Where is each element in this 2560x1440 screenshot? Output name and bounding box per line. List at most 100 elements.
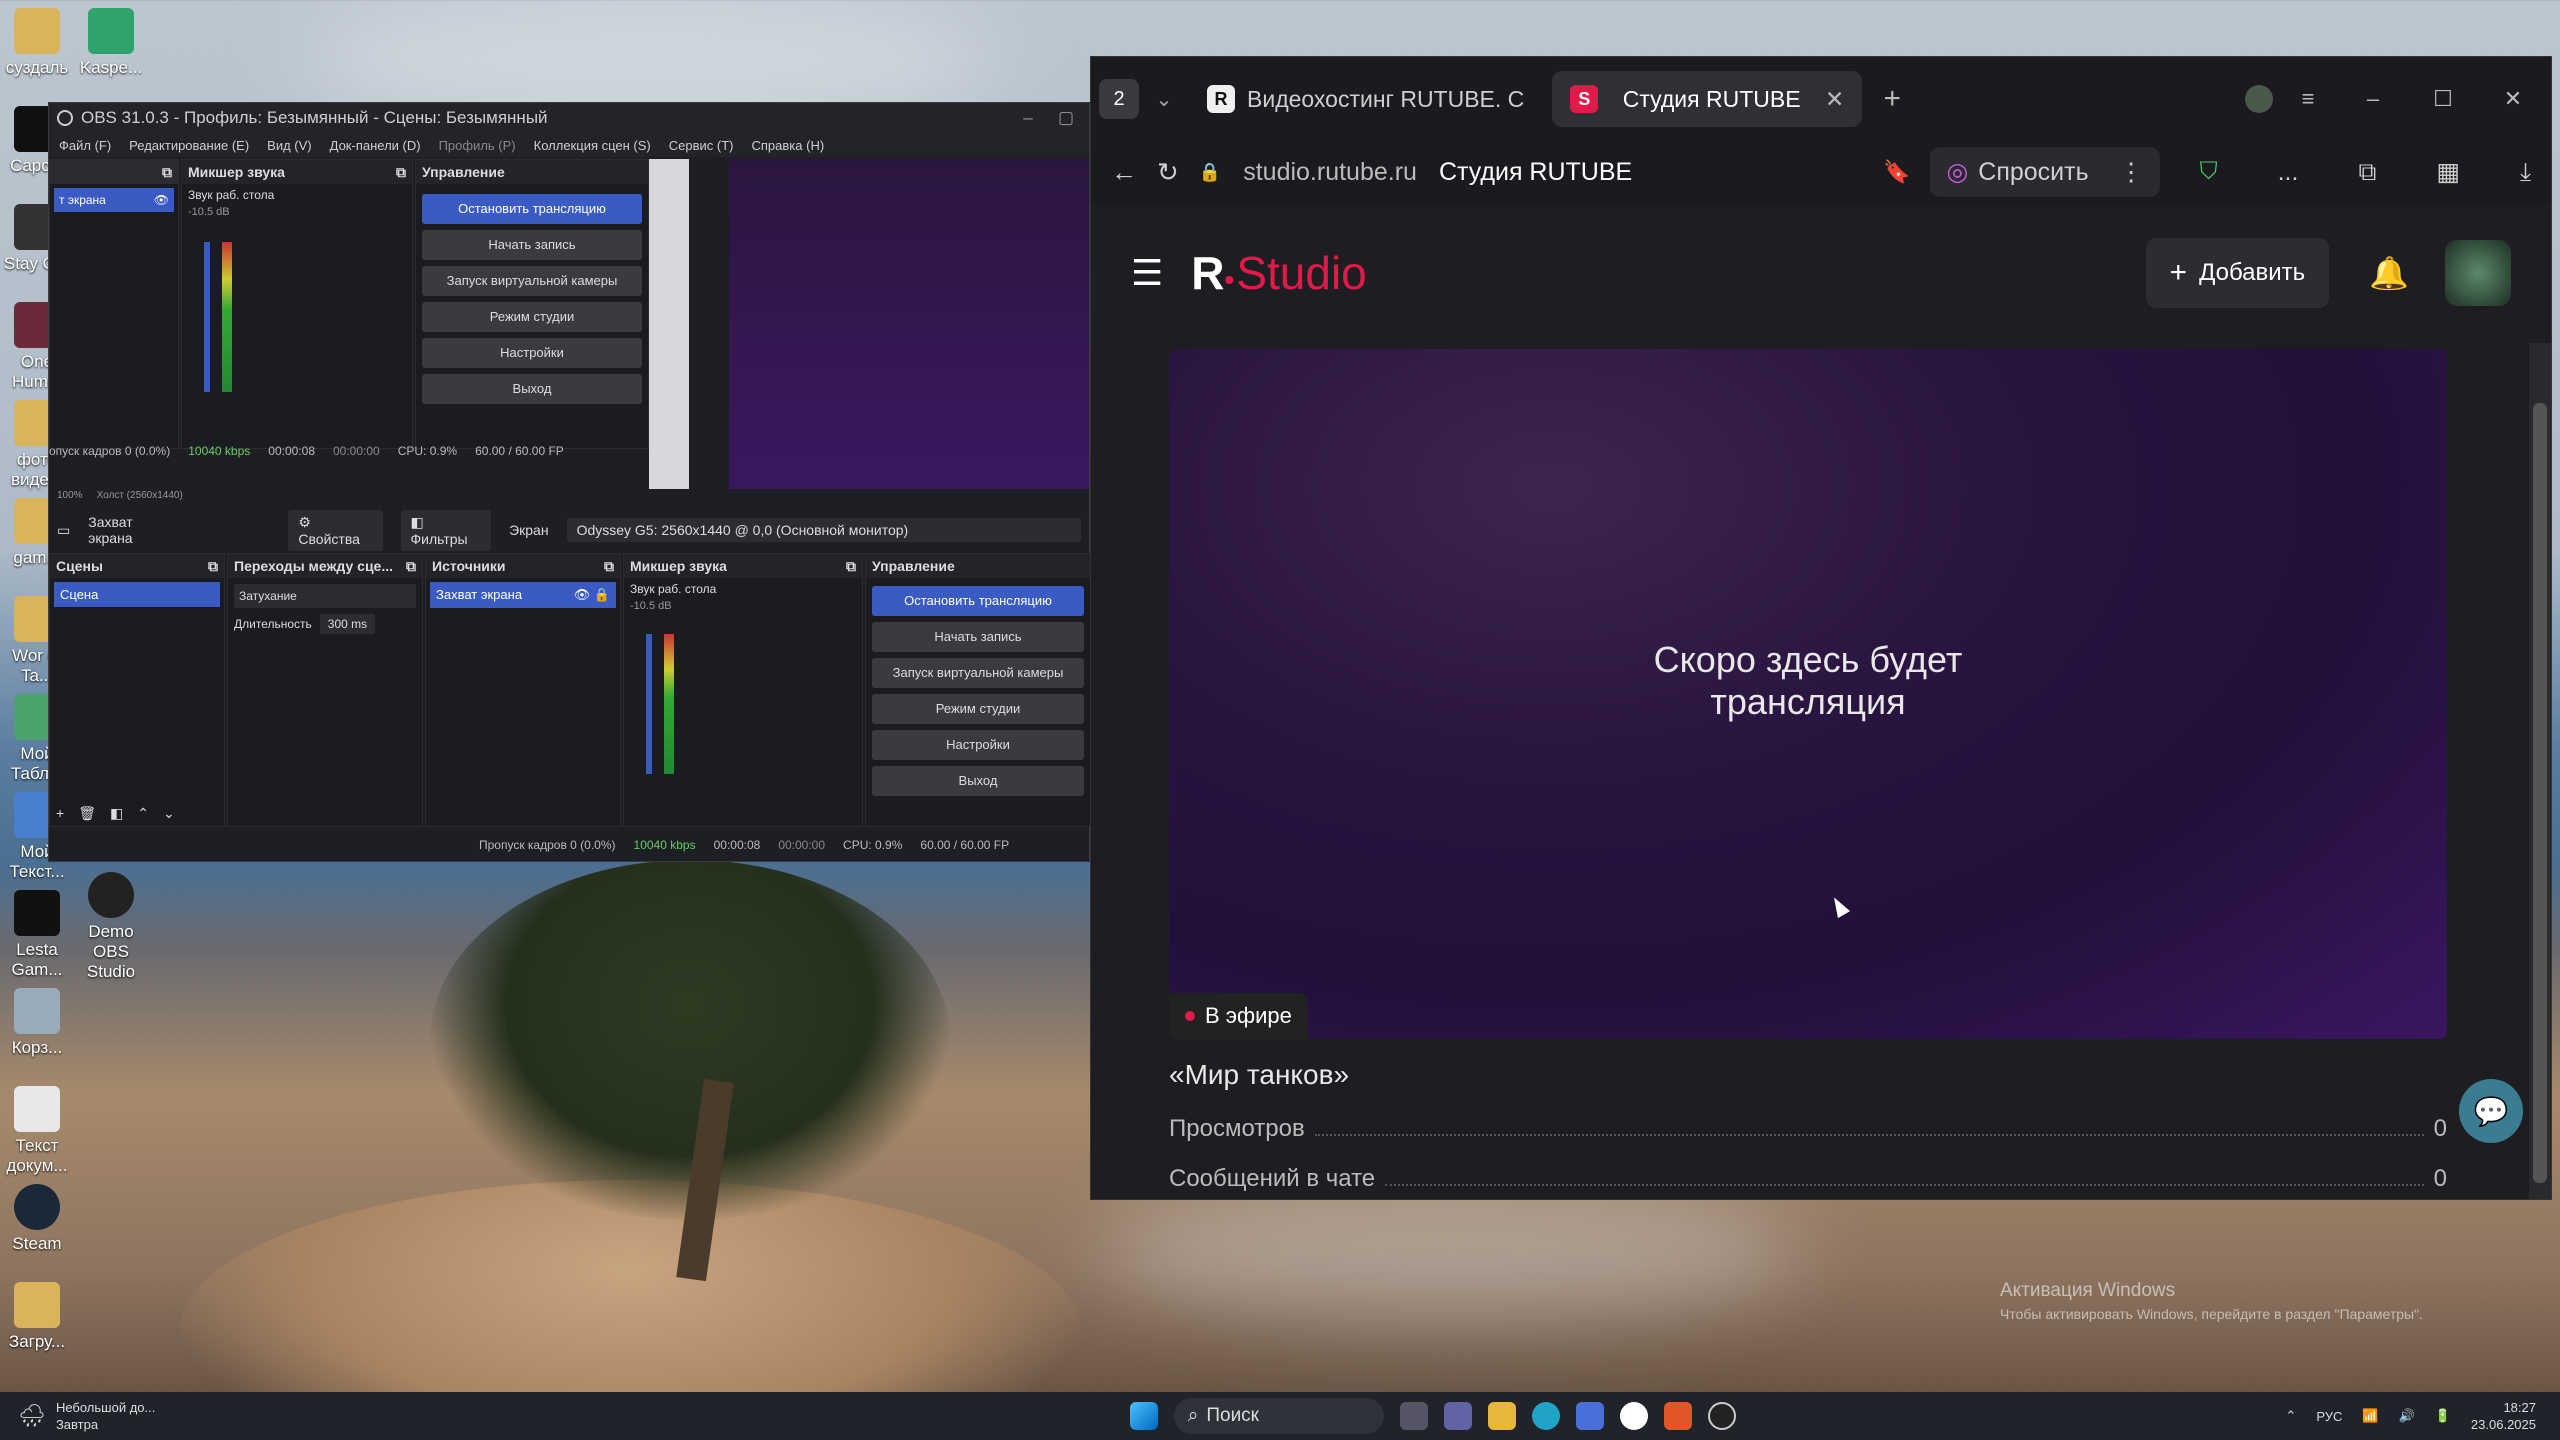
desktop-icon[interactable]: Текст докум... — [0, 1086, 74, 1176]
top-source-item[interactable]: т экрана 👁 — [54, 188, 174, 212]
arrow-up-icon[interactable]: ⌃ — [137, 805, 149, 822]
hamburger-icon[interactable]: ☰ — [1131, 252, 1163, 294]
menu-profile[interactable]: Профиль (P) — [439, 138, 516, 153]
top-studio-mode-button[interactable]: Режим студии — [422, 302, 642, 332]
obs-taskbar-icon[interactable] — [1707, 1402, 1736, 1430]
volume-icon[interactable]: 🔊 — [2399, 1408, 2415, 1424]
desktop-icon[interactable]: Загру... — [0, 1282, 74, 1352]
undock-icon[interactable]: ⧉ — [208, 558, 218, 574]
eye-icon[interactable]: 👁 — [154, 193, 169, 207]
add-icon[interactable]: + — [56, 805, 64, 822]
language-indicator[interactable]: РУС — [2316, 1409, 2342, 1424]
yandex-browser-icon[interactable] — [1619, 1402, 1648, 1430]
wifi-icon[interactable]: 📶 — [2362, 1408, 2378, 1424]
transition-select[interactable]: Затухание — [234, 584, 416, 608]
undock-icon[interactable]: ⧉ — [162, 164, 172, 180]
teams-icon[interactable] — [1443, 1402, 1472, 1430]
extension-icon[interactable] — [2245, 85, 2273, 113]
top-stop-stream-button[interactable]: Остановить трансляцию — [422, 194, 642, 224]
undock-icon[interactable]: ⧉ — [846, 558, 856, 574]
translate-icon[interactable]: ▦ — [2436, 157, 2460, 187]
chevron-down-icon[interactable]: ⌄ — [1149, 87, 1179, 112]
studio-logo[interactable]: R • Studio — [1191, 246, 1366, 300]
task-view-icon[interactable] — [1399, 1402, 1428, 1430]
clock[interactable]: 18:27 23.06.2025 — [2471, 1399, 2536, 1433]
stream-preview[interactable]: Скоро здесь будет трансляция В эфире — [1169, 349, 2447, 1039]
volume-slider[interactable] — [646, 634, 652, 774]
maximize-icon[interactable]: ▢ — [1051, 108, 1081, 128]
obs-titlebar[interactable]: OBS 31.0.3 - Профиль: Безымянный - Сцены… — [49, 103, 1089, 133]
start-recording-button[interactable]: Начать запись — [872, 622, 1084, 652]
tab-counter[interactable]: 2 — [1099, 79, 1139, 119]
minimize-icon[interactable]: – — [1013, 108, 1043, 128]
screen-select[interactable]: Odyssey G5: 2560x1440 @ 0,0 (Основной мо… — [566, 518, 1081, 542]
search-box[interactable]: ⌕ Поиск — [1173, 1398, 1384, 1434]
maximize-icon[interactable]: ☐ — [2413, 86, 2473, 112]
start-icon[interactable] — [1129, 1402, 1158, 1430]
back-icon[interactable]: ← — [1111, 157, 1137, 188]
menu-icon[interactable]: ≡ — [2283, 86, 2333, 112]
obs-window[interactable]: OBS 31.0.3 - Профиль: Безымянный - Сцены… — [48, 102, 1091, 862]
scene-item[interactable]: Сцена — [54, 582, 220, 607]
undock-icon[interactable]: ⧉ — [406, 558, 416, 574]
properties-button[interactable]: ⚙ Свойства — [288, 509, 383, 551]
desktop-icon[interactable]: Kaspe... — [74, 8, 148, 78]
reload-icon[interactable]: ↻ — [1157, 157, 1179, 188]
store-icon[interactable] — [1575, 1402, 1604, 1430]
more-button[interactable]: ... — [2278, 158, 2299, 187]
filter-icon[interactable]: ◧ — [110, 805, 123, 822]
scrollbar[interactable] — [2529, 343, 2551, 1199]
explorer-icon[interactable] — [1487, 1402, 1516, 1430]
duration-input[interactable]: 300 ms — [319, 614, 376, 634]
top-volume-slider[interactable] — [204, 242, 210, 392]
download-icon[interactable]: ⤓ — [2520, 158, 2531, 187]
menu-scene-collection[interactable]: Коллекция сцен (S) — [534, 138, 651, 153]
menu-docks[interactable]: Док-панели (D) — [330, 138, 421, 153]
top-settings-button[interactable]: Настройки — [422, 338, 642, 368]
ask-button[interactable]: ◎ Спросить ⋮ — [1930, 147, 2160, 197]
virtual-camera-button[interactable]: Запуск виртуальной камеры — [872, 658, 1084, 688]
eye-icon[interactable]: 👁 🔒 — [574, 587, 610, 603]
avatar[interactable] — [2445, 240, 2511, 306]
desktop-icon[interactable]: Lesta Gam... — [0, 890, 74, 980]
desktop-icon[interactable]: Demo OBS Studio — [74, 872, 148, 982]
chevron-up-icon[interactable]: ⌃ — [2285, 1408, 2296, 1424]
trash-icon[interactable]: 🗑 — [78, 805, 96, 822]
settings-button[interactable]: Настройки — [872, 730, 1084, 760]
undock-icon[interactable]: ⧉ — [396, 164, 406, 180]
top-exit-button[interactable]: Выход — [422, 374, 642, 404]
top-virtual-camera-button[interactable]: Запуск виртуальной камеры — [422, 266, 642, 296]
desktop-icon[interactable]: Корз... — [0, 988, 74, 1058]
game-launcher-icon[interactable] — [1663, 1402, 1692, 1430]
weather-widget[interactable]: 🌧 Небольшой до... Завтра — [0, 1399, 380, 1433]
undock-icon[interactable]: ⧉ — [604, 558, 614, 574]
arrow-down-icon[interactable]: ⌄ — [163, 805, 175, 822]
edge-icon[interactable] — [1531, 1402, 1560, 1430]
close-icon[interactable]: ✕ — [2483, 86, 2543, 112]
close-tab-icon[interactable]: ✕ — [1825, 86, 1844, 113]
minimize-icon[interactable]: – — [2343, 86, 2403, 112]
stop-stream-button[interactable]: Остановить трансляцию — [872, 586, 1084, 616]
desktop-icon[interactable]: Steam — [0, 1184, 74, 1254]
feedback-button[interactable]: 💬 — [2459, 1079, 2523, 1143]
scrollbar-thumb[interactable] — [2533, 403, 2547, 1183]
menu-help[interactable]: Справка (H) — [752, 138, 825, 153]
menu-edit[interactable]: Редактирование (E) — [129, 138, 249, 153]
battery-icon[interactable]: 🔋 — [2435, 1408, 2451, 1424]
url-field[interactable]: 🔒 studio.rutube.ru Студия RUTUBE — [1199, 158, 1863, 187]
collections-icon[interactable]: ⧉ — [2358, 158, 2376, 187]
tab-studio[interactable]: S Студия RUTUBE ✕ — [1552, 71, 1863, 127]
bookmark-icon[interactable]: 🔖 — [1883, 159, 1910, 185]
add-button[interactable]: + Добавить — [2145, 238, 2330, 308]
filters-button[interactable]: ◧ Фильтры — [400, 509, 492, 551]
new-tab-icon[interactable]: + — [1872, 82, 1912, 116]
shield-icon[interactable]: ⛉ — [2200, 158, 2218, 186]
menu-tools[interactable]: Сервис (T) — [669, 138, 734, 153]
menu-file[interactable]: Файл (F) — [59, 138, 111, 153]
bell-icon[interactable]: 🔔 — [2369, 254, 2409, 292]
source-item[interactable]: Захват экрана 👁 🔒 — [430, 582, 616, 608]
top-start-recording-button[interactable]: Начать запись — [422, 230, 642, 260]
browser-window[interactable]: 2 ⌄ R Видеохостинг RUTUBE. С S Студия RU… — [1090, 56, 2552, 1200]
menu-view[interactable]: Вид (V) — [267, 138, 311, 153]
tab-rutube[interactable]: R Видеохостинг RUTUBE. С — [1189, 71, 1542, 127]
